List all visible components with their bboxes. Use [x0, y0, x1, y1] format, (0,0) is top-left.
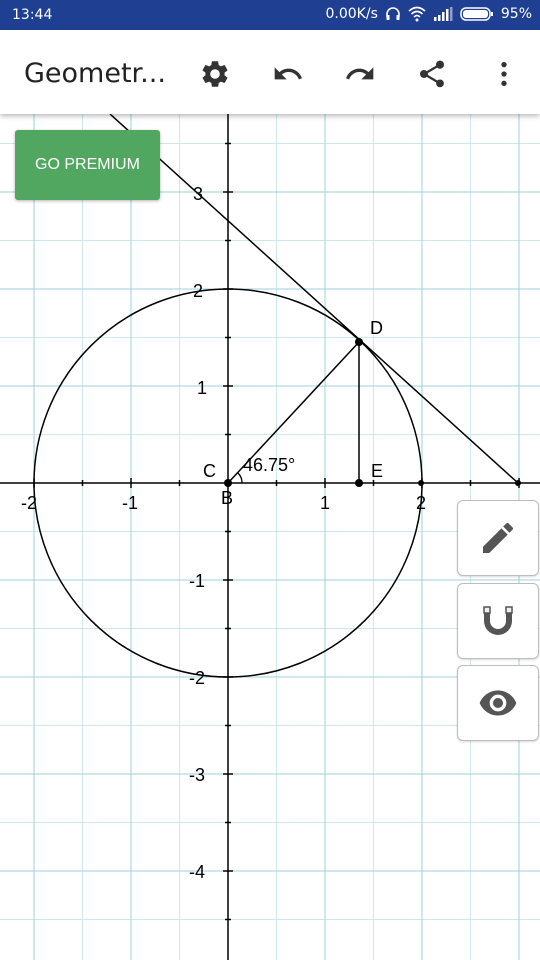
- redo-icon: [346, 67, 374, 80]
- pencil-tool-button[interactable]: [457, 500, 539, 576]
- angle-label: 46.75°: [243, 455, 295, 475]
- more-vert-icon: [501, 62, 507, 86]
- point-label-d: D: [370, 318, 383, 338]
- undo-button[interactable]: [266, 52, 310, 96]
- app-bar: Geometr...: [0, 30, 540, 114]
- undo-icon: [274, 67, 302, 80]
- pencil-icon: [483, 522, 514, 553]
- go-premium-button[interactable]: GO PREMIUM: [15, 130, 160, 200]
- x-tick-label: -1: [122, 493, 138, 513]
- share-icon: [419, 60, 445, 88]
- point-b[interactable]: [224, 479, 232, 487]
- y-tick-label: 1: [197, 378, 207, 398]
- y-tick-label: -3: [189, 765, 205, 785]
- point-d[interactable]: [355, 338, 363, 346]
- gear-icon: [202, 61, 228, 87]
- point-e[interactable]: [355, 479, 363, 487]
- x-tick-label: 1: [320, 493, 330, 513]
- point-label-b: B: [221, 488, 233, 508]
- status-bar: 13:44 0.00K/s 95%: [0, 0, 540, 30]
- circle-axis-point: [418, 480, 424, 486]
- point-label-c: C: [203, 461, 216, 481]
- wifi-icon: [408, 6, 426, 22]
- app-title: Geometr...: [24, 58, 166, 89]
- battery-icon: [460, 7, 493, 21]
- y-tick-label: -1: [189, 571, 205, 591]
- redo-button[interactable]: [338, 52, 382, 96]
- visibility-tool-button[interactable]: [457, 665, 539, 741]
- y-tick-label: -2: [189, 668, 205, 688]
- status-icons: 0.00K/s 95%: [326, 6, 533, 22]
- tangent-axis-point: [515, 480, 521, 486]
- magnet-icon: [483, 606, 513, 635]
- overflow-menu-button[interactable]: [482, 52, 526, 96]
- battery-level: 95%: [500, 6, 532, 22]
- net-speed: 0.00K/s: [325, 6, 378, 22]
- signal-icon: [433, 7, 453, 21]
- angle-arc: [237, 472, 243, 484]
- settings-button[interactable]: [193, 52, 237, 96]
- eye-icon: [479, 690, 517, 716]
- point-label-e: E: [371, 461, 383, 481]
- tangent-line[interactable]: [109, 114, 519, 484]
- y-tick-label: -4: [189, 862, 205, 882]
- share-button[interactable]: [410, 52, 454, 96]
- status-time: 13:44: [12, 7, 53, 23]
- magnet-tool-button[interactable]: [457, 583, 539, 659]
- headset-icon: [386, 7, 400, 20]
